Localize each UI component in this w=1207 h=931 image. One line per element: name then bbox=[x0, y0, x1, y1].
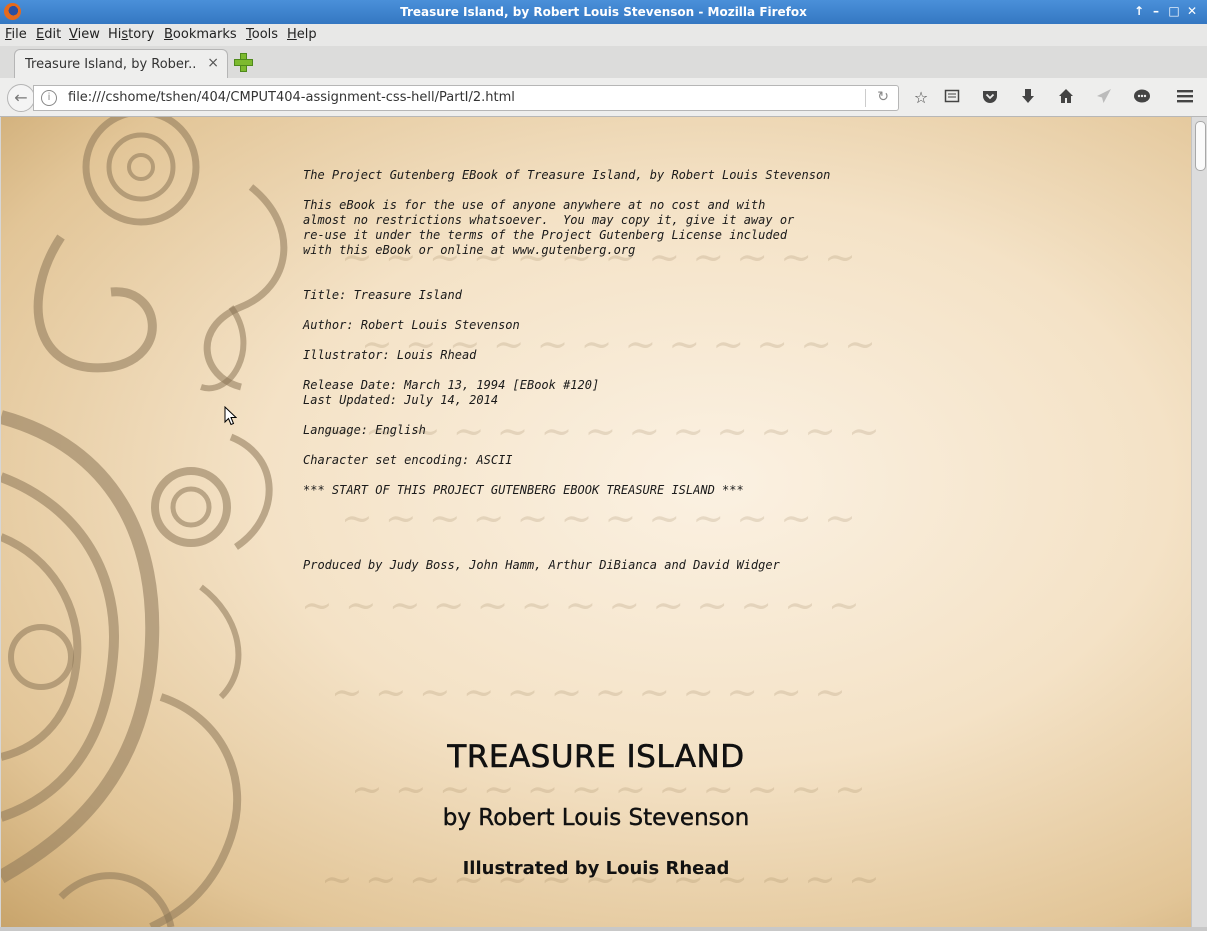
background-script-line: ~ ~ ~ ~ ~ ~ ~ ~ ~ ~ ~ ~ bbox=[331, 670, 846, 714]
tab-label: Treasure Island, by Rober... bbox=[25, 57, 195, 72]
tab-strip: Treasure Island, by Rober... × bbox=[0, 46, 1207, 79]
vertical-scrollbar[interactable] bbox=[1191, 117, 1207, 927]
scrollbar-thumb[interactable] bbox=[1195, 121, 1206, 171]
share-icon[interactable] bbox=[1094, 88, 1114, 108]
bookmark-star-icon[interactable]: ☆ bbox=[911, 88, 931, 108]
menu-history[interactable]: History bbox=[108, 27, 154, 42]
hamburger-menu-icon[interactable] bbox=[1175, 88, 1195, 108]
window-minimize-icon[interactable]: – bbox=[1148, 3, 1164, 19]
window-title-bar: Treasure Island, by Robert Louis Stevens… bbox=[0, 0, 1207, 24]
url-text[interactable]: file:///cshome/tshen/404/CMPUT404-assign… bbox=[68, 90, 515, 105]
page-viewport[interactable]: ~ ~ ~ ~ ~ ~ ~ ~ ~ ~ ~ ~ ~ ~ ~ ~ ~ ~ ~ ~ … bbox=[1, 117, 1191, 927]
back-arrow-icon[interactable]: ← bbox=[7, 84, 35, 112]
menu-bookmarks[interactable]: Bookmarks bbox=[164, 27, 237, 42]
book-title: TREASURE ISLAND bbox=[447, 739, 745, 776]
menu-edit[interactable]: Edit bbox=[36, 27, 61, 42]
reload-icon[interactable]: ↻ bbox=[877, 89, 889, 105]
menu-view[interactable]: View bbox=[69, 27, 100, 42]
site-info-icon[interactable]: i bbox=[41, 90, 57, 106]
menu-bar: File Edit View History Bookmarks Tools H… bbox=[0, 24, 1207, 46]
gutenberg-header-text: The Project Gutenberg EBook of Treasure … bbox=[303, 168, 831, 572]
tab-close-icon[interactable]: × bbox=[207, 55, 219, 71]
tab-treasure-island[interactable]: Treasure Island, by Rober... × bbox=[14, 49, 228, 79]
downloads-icon[interactable] bbox=[1018, 88, 1038, 108]
reading-list-icon[interactable] bbox=[942, 88, 962, 108]
menu-tools[interactable]: Tools bbox=[246, 27, 278, 42]
window-title: Treasure Island, by Robert Louis Stevens… bbox=[400, 5, 807, 19]
window-bottom-border bbox=[0, 927, 1207, 931]
menu-help[interactable]: Help bbox=[287, 27, 317, 42]
book-illustrator: Illustrated by Louis Rhead bbox=[462, 858, 730, 879]
pocket-icon[interactable] bbox=[980, 88, 1000, 108]
background-script-line: ~ ~ ~ ~ ~ ~ ~ ~ ~ ~ ~ ~ ~ bbox=[301, 583, 860, 627]
home-icon[interactable] bbox=[1056, 88, 1076, 108]
window-maximize-icon[interactable]: □ bbox=[1166, 3, 1182, 19]
menu-file[interactable]: File bbox=[5, 27, 27, 42]
url-bar[interactable]: i file:///cshome/tshen/404/CMPUT404-assi… bbox=[33, 85, 899, 111]
new-tab-plus-icon[interactable] bbox=[233, 52, 253, 72]
window-keep-above-icon[interactable]: ↑ bbox=[1131, 3, 1147, 19]
window-close-icon[interactable]: ✕ bbox=[1184, 3, 1200, 19]
book-byline: by Robert Louis Stevenson bbox=[442, 805, 750, 831]
chat-icon[interactable] bbox=[1132, 88, 1152, 108]
url-separator bbox=[865, 89, 866, 107]
